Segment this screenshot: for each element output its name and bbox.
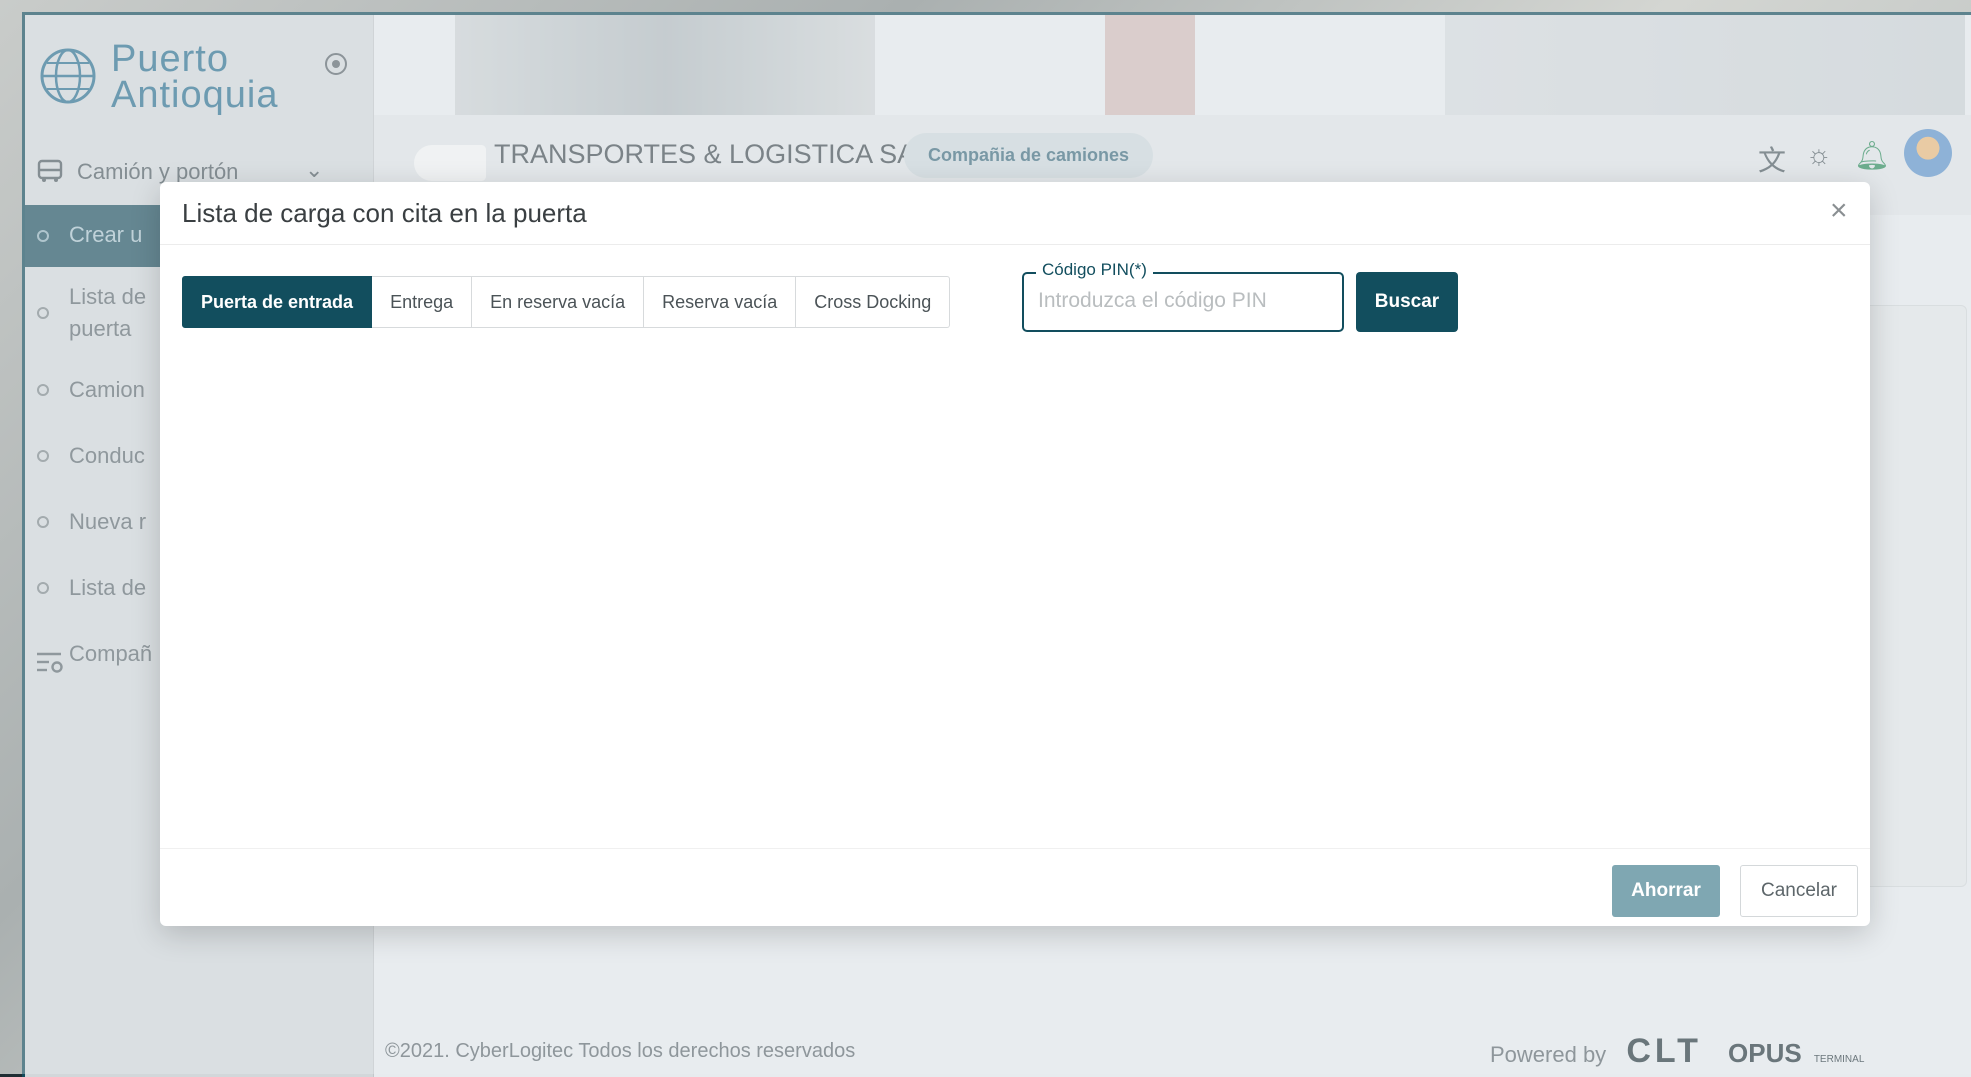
tab-group: Puerta de entrada Entrega En reserva vac… <box>182 276 951 328</box>
cancel-button[interactable]: Cancelar <box>1740 865 1858 917</box>
pin-input[interactable] <box>1036 288 1330 314</box>
close-icon[interactable]: × <box>1830 194 1848 228</box>
save-button[interactable]: Ahorrar <box>1612 865 1720 917</box>
pin-field: Código PIN(*) <box>1022 260 1344 332</box>
tab-empty-reserve-in[interactable]: En reserva vacía <box>472 276 645 328</box>
tab-empty-reserve[interactable]: Reserva vacía <box>644 276 797 328</box>
tab-cross-docking[interactable]: Cross Docking <box>796 276 951 328</box>
modal-header: Lista de carga con cita en la puerta × <box>160 182 1870 245</box>
gate-appointment-modal: Lista de carga con cita en la puerta × P… <box>160 182 1870 926</box>
modal-title: Lista de carga con cita en la puerta <box>182 198 587 228</box>
pin-field-label: Código PIN(*) <box>1036 260 1153 280</box>
tab-delivery[interactable]: Entrega <box>372 276 473 328</box>
modal-footer: Ahorrar Cancelar <box>160 848 1870 927</box>
search-button[interactable]: Buscar <box>1356 272 1458 332</box>
tab-gate-in[interactable]: Puerta de entrada <box>182 276 373 328</box>
